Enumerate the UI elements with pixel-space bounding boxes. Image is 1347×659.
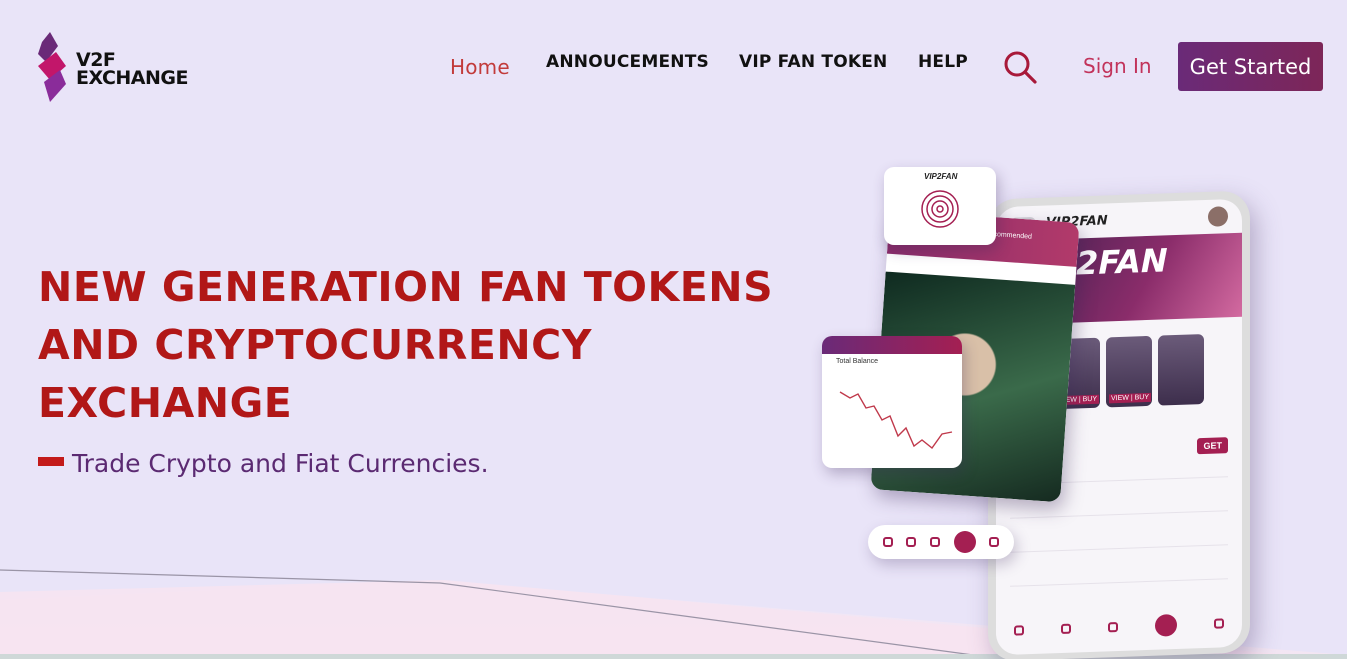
- grid-icon: [929, 537, 940, 547]
- balance-chart-line: [839, 391, 953, 450]
- sign-in-link[interactable]: Sign In: [1083, 54, 1152, 78]
- trending-card: VIEW | BUY: [1106, 335, 1152, 408]
- search-icon[interactable]: [1003, 50, 1039, 86]
- card-tag: VIEW | BUY: [1109, 392, 1151, 404]
- hero-title-line: AND CRYPTOCURRENCY: [38, 321, 592, 369]
- hero-title-line: EXCHANGE: [38, 379, 293, 427]
- grid-icon: [1107, 622, 1118, 633]
- home-icon: [882, 537, 893, 547]
- wallet-icon: [1213, 618, 1224, 629]
- nav-vip-fan-token[interactable]: VIP FAN TOKEN: [739, 52, 888, 72]
- brand-logo[interactable]: V2F EXCHANGE: [36, 32, 206, 104]
- fingerprint-icon: [921, 190, 959, 228]
- chart-icon: [906, 537, 917, 547]
- home-icon: [1014, 625, 1025, 636]
- logo-icon: [38, 32, 66, 102]
- wallet-icon: [989, 537, 1000, 547]
- avatar: [1208, 206, 1228, 227]
- brand-name: V2F EXCHANGE: [76, 51, 188, 89]
- fingerprint-card-mockup: VIP2FAN: [884, 167, 996, 245]
- hero-title-line: NEW GENERATION FAN TOKENS: [38, 263, 774, 311]
- list-item: [1010, 545, 1228, 587]
- nav-help[interactable]: HELP: [918, 52, 968, 72]
- phone-bottom-nav: [996, 605, 1242, 650]
- hero-title: NEW GENERATION FAN TOKENS AND CRYPTOCURR…: [38, 258, 818, 432]
- bottom-bar-mockup: [868, 525, 1014, 559]
- get-started-button[interactable]: Get Started: [1178, 42, 1323, 91]
- get-pill: GET: [1197, 437, 1228, 455]
- brand-line2: EXCHANGE: [76, 67, 188, 89]
- chart-icon: [1061, 623, 1072, 635]
- trending-card: [1158, 334, 1204, 406]
- center-action-icon: [953, 531, 976, 553]
- subtitle-dash: [38, 457, 64, 466]
- center-action-icon: [1154, 613, 1177, 637]
- nav-home[interactable]: Home: [450, 55, 510, 79]
- nav-announcements[interactable]: ANNOUCEMENTS: [546, 52, 709, 72]
- hero-subtitle: Trade Crypto and Fiat Currencies.: [72, 449, 489, 478]
- balance-chart-mockup: Total Balance: [822, 336, 962, 468]
